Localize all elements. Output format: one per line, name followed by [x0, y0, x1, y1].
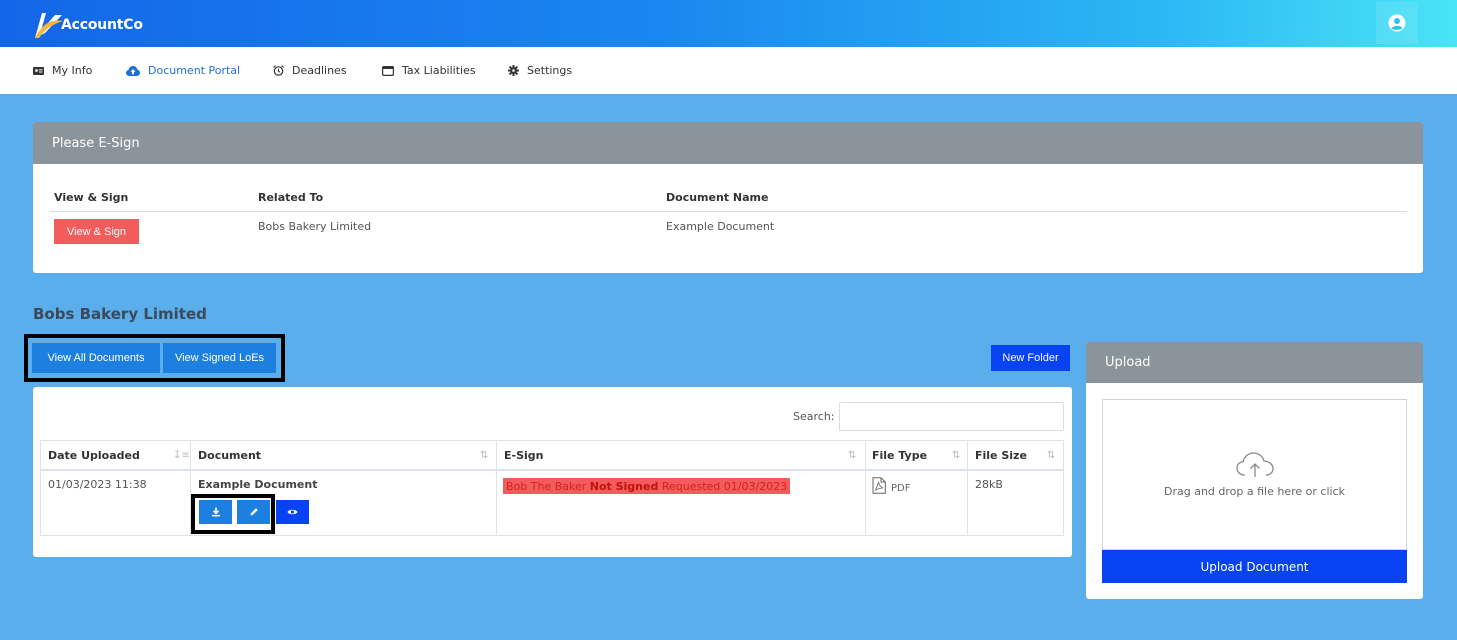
upload-document-button[interactable]: Upload Document [1102, 550, 1407, 583]
nav-document-portal-label: Document Portal [148, 64, 241, 77]
nav-my-info[interactable]: My Info [33, 47, 92, 94]
sort-icon[interactable]: ⇅ [480, 450, 488, 461]
esign-panel-title: Please E-Sign [33, 122, 1423, 164]
nav-my-info-label: My Info [52, 64, 93, 77]
esign-requested-text: Requested 01/03/2023 [661, 479, 788, 493]
sort-icon[interactable]: ⇅ [952, 450, 960, 461]
dropzone-text: Drag and drop a file here or click [1164, 485, 1345, 498]
pdf-file-icon [872, 477, 886, 494]
download-button[interactable] [199, 500, 232, 524]
row-date-uploaded: 01/03/2023 11:38 [48, 478, 147, 491]
col-header-file-type[interactable]: File Type [872, 449, 927, 462]
view-sign-button[interactable]: View & Sign [54, 219, 139, 244]
logo-k-icon [33, 11, 63, 39]
documents-table: Date Uploaded ↧≡ Document ⇅ E-Sign ⇅ Fil… [40, 440, 1064, 536]
esign-document-name-value: Example Document [666, 220, 775, 233]
file-dropzone[interactable]: Drag and drop a file here or click [1102, 399, 1407, 550]
row-document-name: Example Document [198, 478, 318, 491]
sort-desc-icon[interactable]: ↧≡ [173, 450, 190, 461]
file-type-value: PDF [891, 483, 911, 494]
nav-settings-label: Settings [527, 64, 573, 77]
file-type-cell: PDF [872, 477, 910, 494]
esign-related-to-value: Bobs Bakery Limited [258, 220, 372, 233]
nav-tax-liabilities-label: Tax Liabilities [402, 64, 476, 77]
sort-icon[interactable]: ⇅ [1047, 450, 1055, 461]
alarm-clock-icon [273, 65, 284, 76]
edit-button[interactable] [237, 500, 270, 524]
upload-panel: Upload Drag and drop a file here or clic… [1086, 342, 1423, 599]
esign-status-text: Not Signed [589, 479, 659, 493]
download-icon [211, 507, 220, 517]
cloud-upload-outline-icon [1235, 452, 1274, 477]
esign-status-badge[interactable]: Bob The Baker Not Signed Requested 01/03… [503, 478, 791, 494]
esign-col-view-sign: View & Sign [54, 191, 129, 204]
preview-button[interactable] [276, 500, 309, 524]
id-card-icon [33, 66, 44, 75]
client-section-title: Bobs Bakery Limited [33, 305, 207, 323]
view-all-documents-button[interactable]: View All Documents [32, 343, 160, 373]
brand-logo[interactable]: AccountCo [33, 11, 143, 39]
brand-name: AccountCo [61, 17, 143, 33]
esign-col-document-name: Document Name [666, 191, 769, 204]
main-nav: My Info Document Portal Deadlines Tax Li… [0, 47, 1457, 94]
col-header-date-uploaded[interactable]: Date Uploaded [48, 449, 140, 462]
col-header-document[interactable]: Document [198, 449, 261, 462]
gear-icon [508, 65, 519, 76]
sort-icon[interactable]: ⇅ [848, 450, 856, 461]
new-folder-button[interactable]: New Folder [991, 345, 1070, 371]
esign-header-divider [50, 211, 1407, 212]
search-label: Search: [793, 410, 835, 423]
col-header-esign[interactable]: E-Sign [504, 449, 543, 462]
window-icon [382, 65, 394, 76]
nav-tax-liabilities[interactable]: Tax Liabilities [382, 47, 476, 94]
esign-signer-name: Bob The Baker [506, 479, 587, 493]
nav-document-portal[interactable]: Document Portal [126, 47, 240, 94]
esign-col-related-to: Related To [258, 191, 324, 204]
documents-panel: Search: Date Uploaded ↧≡ Document ⇅ E-Si… [33, 387, 1072, 557]
search-input[interactable] [839, 402, 1064, 431]
file-size-value: 28kB [975, 478, 1003, 491]
upload-panel-title: Upload [1086, 342, 1423, 383]
view-signed-loes-button[interactable]: View Signed LoEs [163, 343, 276, 373]
user-avatar-icon [1388, 14, 1406, 32]
nav-deadlines[interactable]: Deadlines [273, 47, 347, 94]
col-header-file-size[interactable]: File Size [975, 449, 1027, 462]
nav-settings[interactable]: Settings [508, 47, 572, 94]
eye-icon [287, 509, 298, 515]
cloud-upload-icon [126, 65, 140, 76]
esign-panel: Please E-Sign View & Sign Related To Doc… [33, 122, 1423, 273]
nav-deadlines-label: Deadlines [292, 64, 347, 77]
pencil-icon [250, 508, 258, 516]
user-menu-button[interactable] [1376, 2, 1418, 44]
top-bar: AccountCo [0, 0, 1457, 47]
